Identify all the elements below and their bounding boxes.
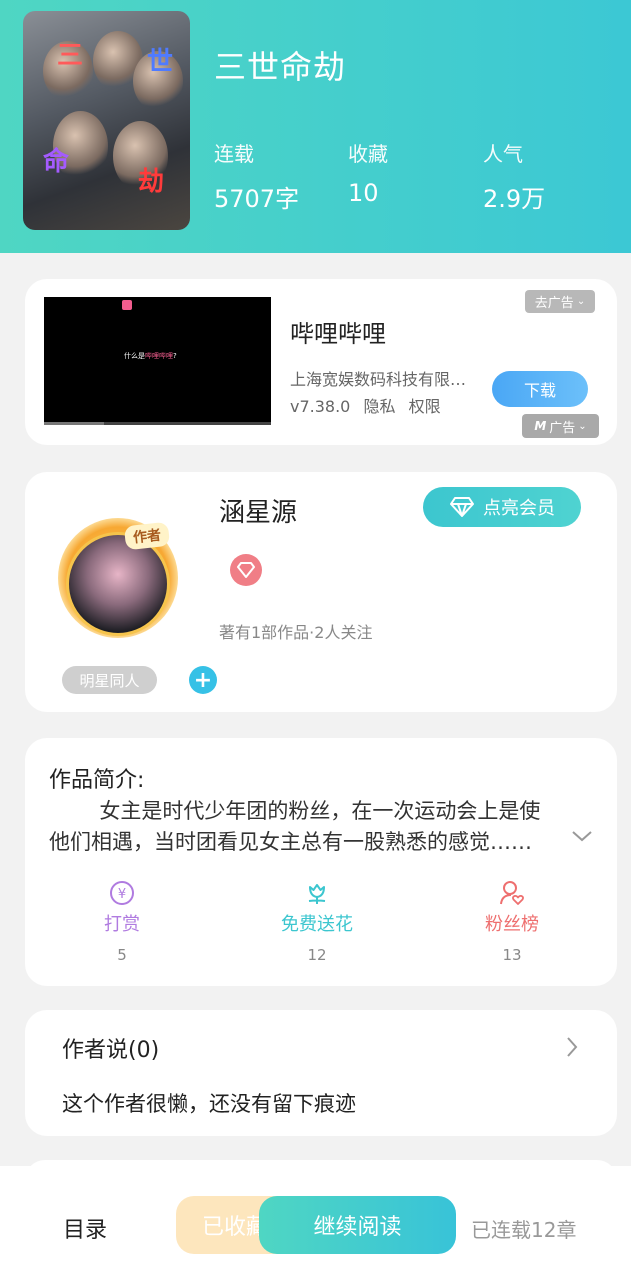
author-says-title: 作者说(0) bbox=[62, 1038, 160, 1063]
ad-company: 上海宽娱数码科技有限公司 bbox=[290, 370, 475, 389]
book-header: 三 世 命 劫 三世命劫 连载 5707字 收藏 10 人气 2.9万 bbox=[0, 0, 631, 253]
stat-value: 10 bbox=[348, 179, 379, 207]
stat-popularity: 人气 2.9万 bbox=[483, 138, 545, 214]
member-gem-icon bbox=[230, 554, 262, 586]
video-progress-bar bbox=[44, 422, 271, 425]
chevron-down-icon: ⌄ bbox=[576, 296, 586, 307]
author-stats: 著有1部作品·2人关注 bbox=[219, 623, 373, 642]
author-avatar[interactable] bbox=[66, 532, 170, 636]
action-label: 免费送花 bbox=[281, 914, 353, 935]
stat-label: 连载 bbox=[214, 142, 254, 166]
ad-card[interactable]: 什么是哔哩哔哩? 哔哩哔哩 上海宽娱数码科技有限公司 v7.38.0 隐私 权限… bbox=[25, 279, 617, 445]
ad-meta: v7.38.0 隐私 权限 bbox=[290, 393, 449, 417]
cover-glyph-2: 世 bbox=[147, 47, 174, 77]
send-flower-action[interactable]: 免费送花 12 bbox=[257, 878, 377, 964]
activate-vip-button[interactable]: 点亮会员 bbox=[423, 487, 581, 527]
chevron-right-icon[interactable] bbox=[565, 1035, 579, 1063]
book-title: 三世命劫 bbox=[214, 48, 347, 86]
author-says-text: 这个作者很懒，还没有留下痕迹 bbox=[62, 1092, 356, 1116]
yen-coin-icon: ¥ bbox=[62, 878, 182, 908]
continue-reading-button[interactable]: 继续阅读 bbox=[259, 1196, 456, 1254]
cover-glyph-3: 命 bbox=[43, 147, 70, 177]
stat-label: 收藏 bbox=[348, 142, 388, 166]
chevron-down-icon[interactable] bbox=[570, 828, 594, 847]
cover-glyph-4: 劫 bbox=[138, 167, 165, 197]
flower-icon bbox=[257, 878, 377, 908]
ad-video-caption: 什么是哔哩哔哩? bbox=[124, 352, 177, 360]
add-tag-button[interactable]: + bbox=[189, 666, 217, 694]
genre-tag[interactable]: 明星同人 bbox=[62, 666, 157, 694]
stat-value: 2.9万 bbox=[483, 185, 546, 213]
stat-value: 5707字 bbox=[214, 185, 300, 213]
action-count: 13 bbox=[502, 946, 522, 964]
ad-privacy-link[interactable]: 隐私 bbox=[363, 397, 395, 416]
reward-action[interactable]: ¥ 打赏 5 bbox=[62, 878, 182, 964]
table-of-contents-button[interactable]: 目录 bbox=[63, 1212, 107, 1244]
ad-app-name: 哔哩哔哩 bbox=[290, 320, 386, 348]
action-count: 5 bbox=[117, 946, 127, 964]
book-cover-image[interactable]: 三 世 命 劫 bbox=[23, 11, 190, 230]
cover-glyph-1: 三 bbox=[57, 41, 84, 71]
diamond-icon bbox=[450, 497, 474, 517]
ad-download-button[interactable]: 下载 bbox=[492, 371, 588, 407]
intro-title: 作品简介: bbox=[49, 768, 145, 793]
action-count: 12 bbox=[307, 946, 327, 964]
intro-text[interactable]: 女主是时代少年团的粉丝，在一次运动会上是使他们相遇，当时团看见女主总有一股熟悉的… bbox=[49, 796, 559, 858]
ad-label-tag[interactable]: M 广告 ⌄ bbox=[522, 414, 599, 438]
remove-ad-button[interactable]: 去广告 ⌄ bbox=[525, 290, 595, 313]
svg-text:¥: ¥ bbox=[118, 887, 126, 902]
stat-favorites: 收藏 10 bbox=[348, 138, 388, 207]
bilibili-logo-icon bbox=[122, 300, 132, 310]
chevron-down-icon: ⌄ bbox=[578, 420, 587, 432]
stat-label: 人气 bbox=[483, 142, 523, 166]
action-label: 打赏 bbox=[104, 914, 140, 935]
action-label: 粉丝榜 bbox=[485, 914, 539, 935]
author-card: 作者 涵星源 点亮会员 著有1部作品·2人关注 明星同人 + bbox=[25, 472, 617, 712]
ad-permissions-link[interactable]: 权限 bbox=[409, 397, 441, 416]
stat-serialized: 连载 5707字 bbox=[214, 138, 299, 214]
author-says-card[interactable]: 作者说(0) 这个作者很懒，还没有留下痕迹 bbox=[25, 1010, 617, 1136]
author-name[interactable]: 涵星源 bbox=[219, 492, 297, 529]
intro-card: 作品简介: 女主是时代少年团的粉丝，在一次运动会上是使他们相遇，当时团看见女主总… bbox=[25, 738, 617, 986]
ad-video-preview[interactable]: 什么是哔哩哔哩? bbox=[44, 297, 271, 425]
fan-person-icon bbox=[452, 878, 572, 908]
ad-source-logo-icon: M bbox=[534, 419, 547, 433]
fan-ranking-action[interactable]: 粉丝榜 13 bbox=[452, 878, 572, 964]
bottom-action-bar: 目录 已收藏 继续阅读 已连载12章 bbox=[0, 1166, 631, 1280]
chapter-count: 已连载12章 bbox=[471, 1218, 577, 1242]
ad-version: v7.38.0 bbox=[290, 397, 351, 416]
